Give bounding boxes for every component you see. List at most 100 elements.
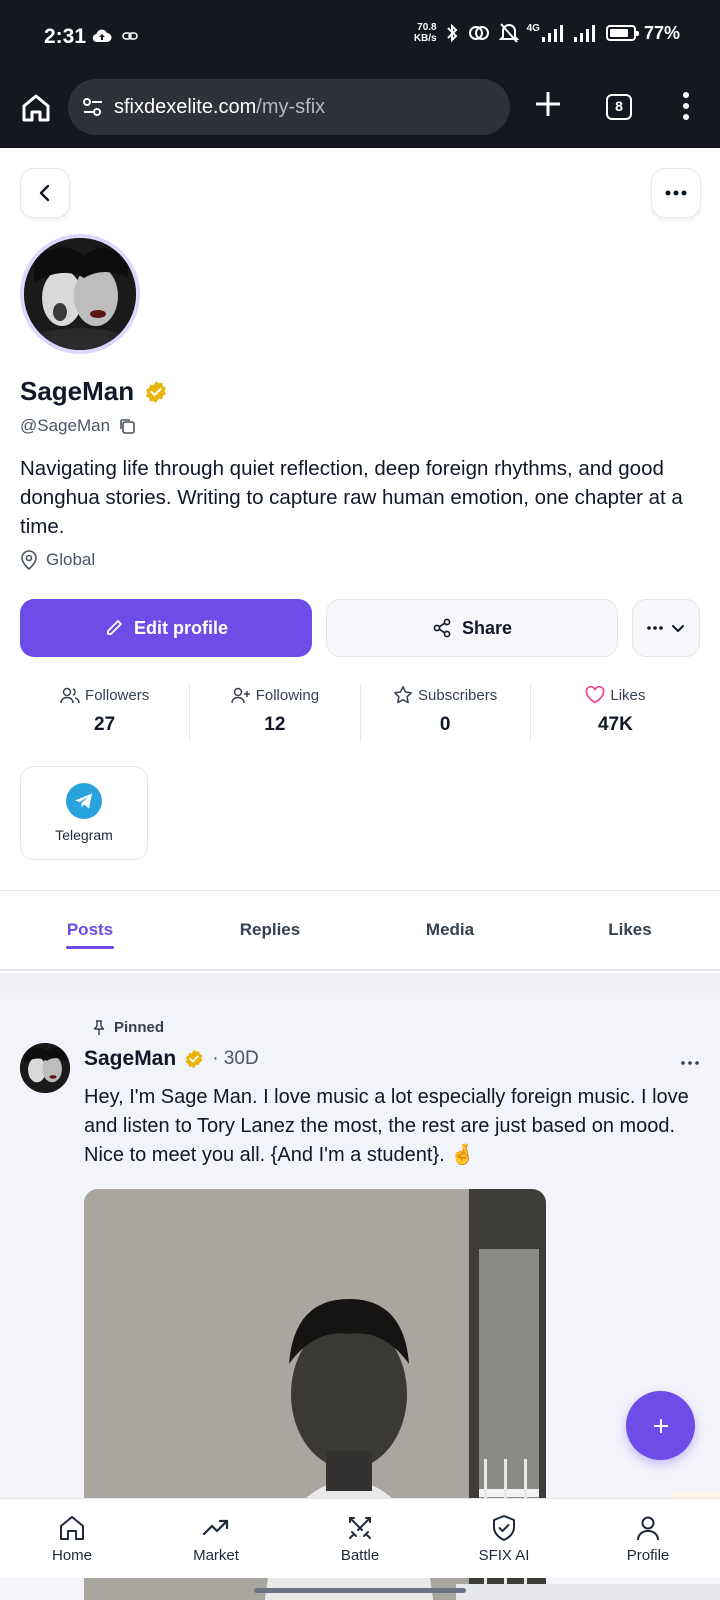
profile-handle: @SageMan — [20, 416, 111, 435]
profile-more-button[interactable] — [651, 168, 701, 218]
profile-tabs: Posts Replies Media Likes — [0, 891, 720, 971]
stat-value: 27 — [94, 714, 116, 735]
social-link-telegram[interactable]: Telegram — [20, 766, 148, 860]
share-label: Share — [461, 617, 513, 638]
gesture-handle[interactable] — [254, 1588, 466, 1593]
tab-replies[interactable]: Replies — [180, 891, 360, 969]
stat-label: Following — [255, 686, 320, 704]
heart-icon — [585, 686, 605, 704]
map-pin-icon — [21, 550, 37, 570]
share-icon — [433, 618, 451, 638]
post-age: · 30D — [212, 1048, 259, 1069]
profile-bio: Navigating life through quiet reflection… — [20, 457, 683, 538]
browser-home-icon[interactable] — [18, 90, 54, 126]
nav-label: Market — [193, 1547, 239, 1564]
url-text[interactable]: sfixdexelite.com/my-sfix — [114, 96, 325, 119]
bottom-navigation: Home Market Battle SFIX AI Profile — [0, 1498, 720, 1578]
signal-icon-2 — [573, 25, 595, 42]
pin-icon — [93, 1019, 105, 1035]
plus-icon — [653, 1418, 668, 1433]
edit-profile-label: Edit profile — [134, 617, 228, 638]
bell-off-icon — [498, 23, 519, 43]
stat-subscribers-label-row: Subscribers — [393, 684, 497, 706]
url-bar[interactable]: sfixdexelite.com/my-sfix — [68, 79, 510, 135]
nav-label: Profile — [626, 1547, 670, 1564]
verified-badge-icon — [185, 1049, 203, 1069]
verified-badge-icon — [146, 380, 167, 403]
back-button[interactable] — [20, 168, 70, 218]
profile-name: SageMan — [20, 376, 135, 406]
star-icon — [394, 686, 412, 704]
nav-battle[interactable]: Battle — [288, 1499, 432, 1578]
profile-name-row: SageMan — [20, 376, 168, 407]
more-horizontal-icon — [665, 190, 687, 196]
tab-posts[interactable]: Posts — [0, 891, 180, 969]
browser-toolbar: sfixdexelite.com/my-sfix 8 — [0, 76, 720, 148]
swords-icon — [349, 1517, 371, 1539]
tab-likes[interactable]: Likes — [540, 891, 720, 969]
pinned-indicator: Pinned — [92, 1019, 164, 1036]
status-time: 2:31 — [44, 25, 87, 48]
url-domain: sfixdexelite.com — [114, 95, 257, 118]
nav-profile[interactable]: Profile — [576, 1499, 720, 1578]
social-label: Telegram — [55, 827, 113, 843]
profile-handle-row: @SageMan — [20, 416, 136, 436]
battery-percent: 77% — [643, 22, 680, 43]
profile-location-row: Global — [20, 550, 95, 570]
pinned-label: Pinned — [114, 1019, 165, 1036]
stat-followers-label-row: Followers — [60, 684, 149, 706]
more-actions-dropdown[interactable] — [632, 599, 700, 657]
hotspot-link-icon — [468, 26, 489, 40]
bluetooth-icon — [446, 23, 458, 43]
post-author-name[interactable]: SageMan — [84, 1047, 176, 1071]
stat-subscribers[interactable]: Subscribers 0 — [361, 684, 531, 742]
user-plus-icon — [230, 687, 250, 704]
pencil-icon — [107, 620, 122, 635]
status-right-icons: 70.8 KB/s 4G 77% — [414, 22, 680, 44]
battery-icon — [605, 25, 639, 41]
stat-likes[interactable]: Likes 47K — [531, 684, 700, 742]
shield-check-icon — [493, 1515, 515, 1541]
stat-value: 47K — [597, 714, 633, 735]
avatar-image — [20, 1043, 70, 1093]
copy-icon[interactable] — [118, 417, 136, 435]
chevron-down-icon — [672, 625, 684, 632]
nav-label: Home — [51, 1547, 92, 1564]
home-icon — [60, 1516, 84, 1540]
post-text: Hey, I'm Sage Man. I love music a lot es… — [84, 1086, 689, 1166]
browser-menu-icon[interactable] — [676, 90, 696, 122]
profile-stats: Followers 27 Following 12 Subscribers 0 … — [20, 684, 700, 742]
status-bar: 2:31 70.8 KB/s 4G 77% — [0, 0, 720, 76]
stat-likes-label-row: Likes — [585, 684, 645, 706]
network-type: 4G — [526, 22, 540, 34]
nav-sfix-ai[interactable]: SFIX AI — [432, 1499, 576, 1578]
more-horizontal-icon — [647, 626, 663, 630]
profile-location: Global — [46, 550, 96, 569]
stat-following[interactable]: Following 12 — [190, 684, 361, 742]
link-icon — [122, 32, 138, 40]
new-tab-icon[interactable] — [532, 88, 564, 120]
profile-avatar[interactable] — [20, 234, 140, 354]
site-settings-icon[interactable] — [82, 97, 104, 117]
stat-following-label-row: Following — [230, 684, 320, 706]
stat-followers[interactable]: Followers 27 — [20, 684, 191, 742]
post-author-avatar[interactable] — [20, 1043, 70, 1093]
edit-profile-button[interactable]: Edit profile — [20, 599, 312, 657]
chevron-left-icon — [39, 184, 50, 202]
post-more-icon[interactable] — [680, 1053, 700, 1073]
create-post-fab[interactable] — [626, 1391, 695, 1460]
trending-up-icon — [202, 1519, 229, 1536]
stat-label: Subscribers — [418, 686, 498, 704]
tab-switcher-button[interactable]: 8 — [606, 94, 632, 120]
nav-market[interactable]: Market — [144, 1499, 288, 1578]
post-header: SageMan · 30D — [84, 1047, 259, 1071]
avatar-image — [24, 238, 136, 350]
share-button[interactable]: Share — [326, 599, 618, 657]
tab-media[interactable]: Media — [360, 891, 540, 969]
url-path: /my-sfix — [256, 95, 326, 118]
network-speed: 70.8 KB/s — [414, 22, 437, 44]
cloud-upload-icon — [92, 29, 112, 43]
signal-icon-1 — [541, 25, 563, 42]
nav-home[interactable]: Home — [0, 1499, 144, 1578]
users-icon — [60, 687, 80, 704]
